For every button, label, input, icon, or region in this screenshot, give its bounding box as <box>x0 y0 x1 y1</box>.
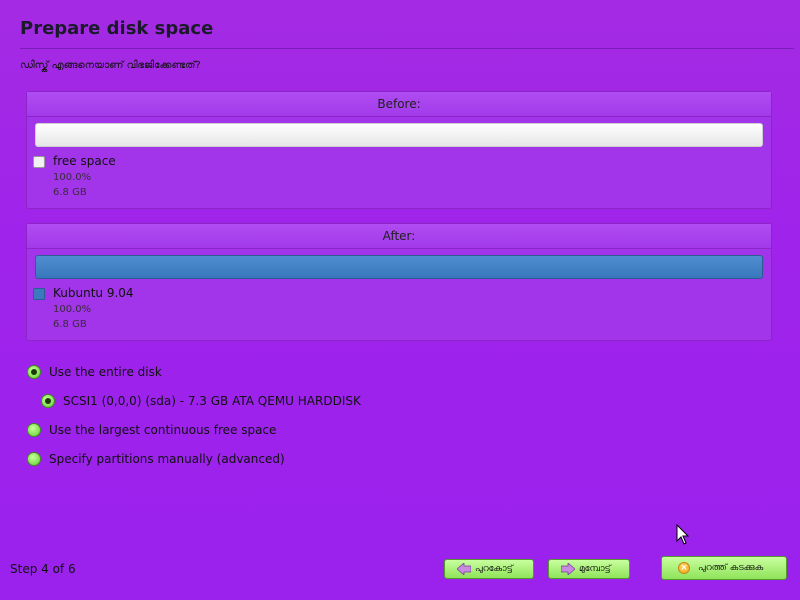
after-legend-label: Kubuntu 9.04 <box>53 286 134 300</box>
option-largest-free-space-label[interactable]: Use the largest continuous free space <box>49 423 276 437</box>
before-size: 6.8 GB <box>53 187 87 198</box>
kubuntu-swatch <box>33 288 45 300</box>
quit-button-label[interactable]: പുറത്ത് കടക്കുക <box>698 557 763 579</box>
before-header: Before: <box>27 92 771 117</box>
close-icon: × <box>678 562 690 574</box>
before-legend-label: free space <box>53 154 116 168</box>
partition-question: ഡിസ്ക് എങ്ങനെയാണ് വിഭജിക്കേണ്ടത്? <box>20 60 201 71</box>
before-partition-bar <box>35 123 763 147</box>
radio-disk-sda[interactable] <box>41 394 55 408</box>
back-button[interactable]: പുറകോട്ട് <box>444 559 534 579</box>
after-panel: After: Kubuntu 9.04 100.0% 6.8 GB <box>26 223 772 341</box>
before-percent: 100.0% <box>53 172 92 183</box>
after-size: 6.8 GB <box>53 319 87 330</box>
radio-manual[interactable] <box>27 452 41 466</box>
forward-button-label[interactable]: മുമ്പോട്ട് <box>579 560 611 578</box>
arrow-right-icon <box>561 563 575 575</box>
option-entire-disk-label[interactable]: Use the entire disk <box>49 365 162 379</box>
page-title: Prepare disk space <box>20 18 214 39</box>
radio-largest-free-space[interactable] <box>27 423 41 437</box>
free-space-swatch <box>33 156 45 168</box>
radio-entire-disk[interactable] <box>27 365 41 379</box>
before-panel: Before: free space 100.0% 6.8 GB <box>26 91 772 209</box>
option-disk-sda-label[interactable]: SCSI1 (0,0,0) (sda) - 7.3 GB ATA QEMU HA… <box>63 394 361 408</box>
step-indicator: Step 4 of 6 <box>10 562 76 576</box>
quit-button[interactable]: × പുറത്ത് കടക്കുക <box>661 556 787 580</box>
after-partition-bar <box>35 255 763 279</box>
option-manual-label[interactable]: Specify partitions manually (advanced) <box>49 452 285 466</box>
back-button-label[interactable]: പുറകോട്ട് <box>475 560 513 578</box>
after-percent: 100.0% <box>53 304 92 315</box>
forward-button[interactable]: മുമ്പോട്ട് <box>548 559 630 579</box>
arrow-left-icon <box>457 563 471 575</box>
mouse-pointer-icon <box>676 524 690 545</box>
after-header: After: <box>27 224 771 249</box>
title-divider <box>20 48 794 49</box>
